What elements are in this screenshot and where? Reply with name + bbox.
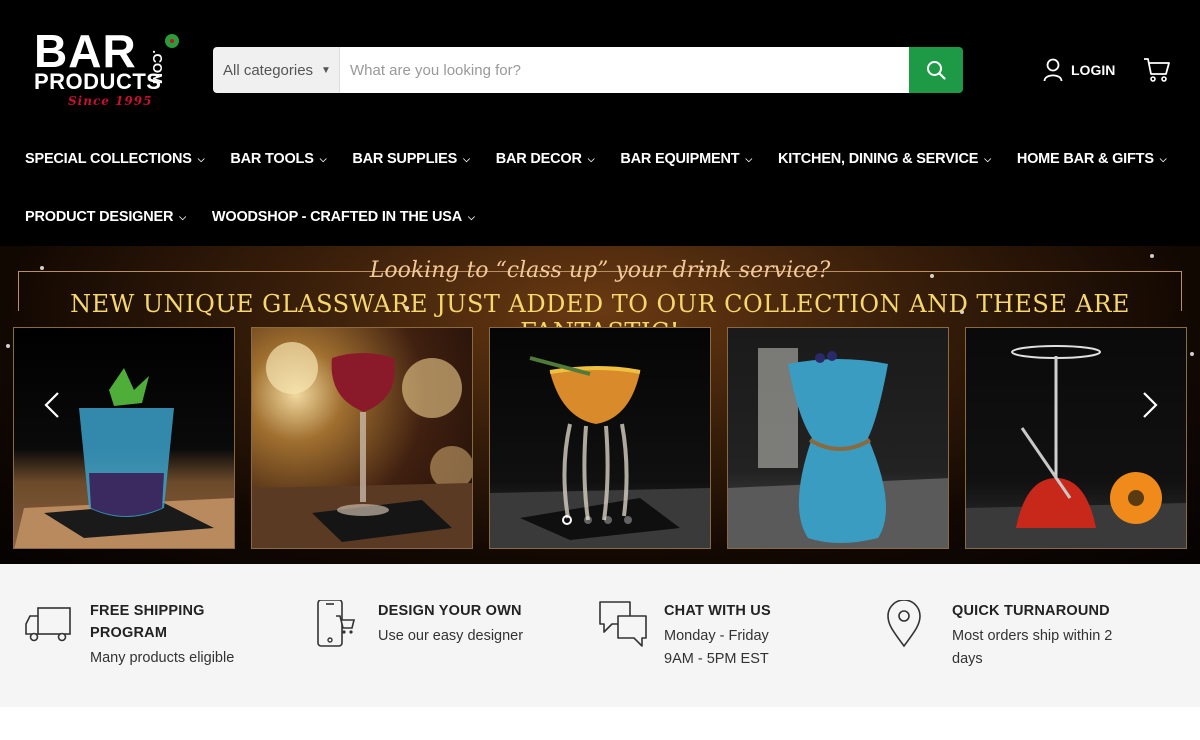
nav-item-label: WOODSHOP - CRAFTED IN THE USA <box>211 209 462 225</box>
blue-cocktail-image <box>14 368 234 548</box>
feature-text-block: CHAT WITH US Monday - Friday 9AM - 5PM E… <box>664 600 771 671</box>
feature-title: DESIGN YOUR OWN <box>378 603 522 619</box>
truck-icon <box>25 607 71 642</box>
chevron-down-icon: ⌵ <box>197 153 205 164</box>
nav-row-2: PRODUCT DESIGNER ⌵ WOODSHOP - CRAFTED IN … <box>25 198 1195 236</box>
feature-chat-with-us[interactable]: CHAT WITH US Monday - Friday 9AM - 5PM E… <box>598 600 771 671</box>
chevron-down-icon: ⌵ <box>984 153 991 164</box>
feature-title: QUICK TURNAROUND <box>952 603 1110 619</box>
carousel-next-button[interactable] <box>1134 390 1164 420</box>
slide-red-wine-stem-glass[interactable] <box>251 327 473 549</box>
feature-title: CHAT WITH US <box>664 603 771 619</box>
chevron-down-icon: ⌵ <box>1159 153 1167 164</box>
chevron-down-icon: ⌵ <box>468 211 475 222</box>
chevron-down-icon: ⌵ <box>319 153 327 164</box>
nav-item-label: SPECIAL COLLECTIONS <box>25 151 192 167</box>
nav-item-label: BAR TOOLS <box>230 151 314 167</box>
chevron-down-icon: ⌵ <box>587 153 595 164</box>
slide-blue-cocktail-tumbler[interactable] <box>13 327 235 549</box>
nav-item-bar-supplies[interactable]: BAR SUPPLIES ⌵ <box>352 151 470 167</box>
feature-text-block: DESIGN YOUR OWN Use our easy designer <box>378 600 523 650</box>
search-bar: All categories ▼ <box>213 47 963 93</box>
site-logo[interactable]: BAR .COM PRODUCTS Since 1995 <box>28 28 188 114</box>
carousel-prev-button[interactable] <box>38 390 68 420</box>
slide-blue-bag-glass[interactable] <box>727 327 949 549</box>
nav-item-label: PRODUCT DESIGNER <box>25 209 174 225</box>
carousel-dot-3[interactable] <box>604 516 612 524</box>
nav-item-label: BAR DECOR <box>495 151 582 167</box>
chevron-right-icon <box>1143 392 1158 418</box>
chevron-down-icon: ⌵ <box>463 153 470 164</box>
search-icon <box>927 61 946 80</box>
nav-item-product-designer[interactable]: PRODUCT DESIGNER ⌵ <box>25 209 186 225</box>
feature-description: Many products eligible <box>90 650 235 666</box>
nav-item-home-bar-gifts[interactable]: HOME BAR & GIFTS ⌵ <box>1017 151 1167 167</box>
nav-item-special-collections[interactable]: SPECIAL COLLECTIONS ⌵ <box>25 151 205 167</box>
carousel-dot-2[interactable] <box>584 516 592 524</box>
feature-title-line2: PROGRAM <box>90 625 168 641</box>
site-header: BAR .COM PRODUCTS Since 1995 All categor… <box>0 0 1200 246</box>
cart-button[interactable] <box>1143 57 1171 88</box>
nav-item-woodshop[interactable]: WOODSHOP - CRAFTED IN THE USA ⌵ <box>212 209 475 225</box>
feature-description-line2: days <box>952 651 983 667</box>
feature-description: Most orders ship within 2 <box>952 628 1113 644</box>
nav-item-bar-decor[interactable]: BAR DECOR ⌵ <box>496 151 595 167</box>
red-martini-glass-image <box>966 345 1186 548</box>
nav-item-bar-tools[interactable]: BAR TOOLS ⌵ <box>230 151 326 167</box>
nav-item-label: BAR SUPPLIES <box>352 151 458 167</box>
chevron-left-icon <box>44 392 59 418</box>
main-nav: SPECIAL COLLECTIONS ⌵ BAR TOOLS ⌵ BAR SUPP… <box>25 140 1195 236</box>
carousel-dot-1[interactable] <box>562 515 572 525</box>
carousel-dots <box>562 515 632 525</box>
carousel-dot-4[interactable] <box>624 516 632 524</box>
feature-free-shipping[interactable]: FREE SHIPPING PROGRAM Many products elig… <box>24 600 234 670</box>
search-input[interactable] <box>340 47 909 93</box>
hero-carousel[interactable]: Looking to “class up” your drink service… <box>0 246 1200 564</box>
feature-description: Monday - Friday <box>664 628 769 644</box>
red-wine-glass-image <box>252 342 472 548</box>
feature-description: Use our easy designer <box>378 628 524 644</box>
feature-title: FREE SHIPPING <box>90 603 205 619</box>
user-icon <box>1043 58 1063 82</box>
logo-since-text: Since 1995 <box>68 94 153 108</box>
feature-design-your-own[interactable]: DESIGN YOUR OWN Use our easy designer <box>312 600 523 650</box>
nav-item-label: BAR EQUIPMENT <box>620 151 740 167</box>
category-select[interactable]: All categories ▼ <box>213 47 340 93</box>
logo-products-text: PRODUCTS <box>34 69 162 94</box>
nav-row-1: SPECIAL COLLECTIONS ⌵ BAR TOOLS ⌵ BAR SUPP… <box>25 140 1195 178</box>
nav-item-bar-equipment[interactable]: BAR EQUIPMENT ⌵ <box>620 151 752 167</box>
map-pin-icon <box>887 600 921 648</box>
phone-cart-icon <box>317 600 356 647</box>
chevron-down-icon: ⌵ <box>179 211 186 222</box>
features-strip: FREE SHIPPING PROGRAM Many products elig… <box>0 564 1200 707</box>
category-select-label: All categories <box>223 61 314 79</box>
slide-red-tilted-martini-glass[interactable] <box>965 327 1187 549</box>
nav-item-label: KITCHEN, DINING & SERVICE <box>778 151 979 167</box>
feature-quick-turnaround[interactable]: QUICK TURNAROUND Most orders ship within… <box>886 600 1112 671</box>
login-label: LOGIN <box>1071 62 1116 78</box>
chat-icon <box>599 601 647 647</box>
feature-text-block: FREE SHIPPING PROGRAM Many products elig… <box>90 600 234 670</box>
blue-bag-glass-image <box>728 348 948 548</box>
logo-dot-icon <box>165 34 179 48</box>
chevron-down-icon: ⌵ <box>745 153 753 164</box>
feature-description-line2: 9AM - 5PM EST <box>664 651 769 667</box>
feature-text-block: QUICK TURNAROUND Most orders ship within… <box>952 600 1112 671</box>
nav-item-kitchen-dining-service[interactable]: KITCHEN, DINING & SERVICE ⌵ <box>778 151 991 167</box>
nav-item-label: HOME BAR & GIFTS <box>1016 151 1154 167</box>
sparkle-decoration <box>1190 352 1194 356</box>
cart-icon <box>1144 58 1170 82</box>
chevron-down-icon: ▼ <box>321 64 331 76</box>
hero-tagline: Looking to “class up” your drink service… <box>369 258 831 283</box>
login-link[interactable]: LOGIN <box>1043 58 1115 82</box>
logo-bar-text: BAR <box>34 25 137 77</box>
search-button[interactable] <box>909 47 963 93</box>
